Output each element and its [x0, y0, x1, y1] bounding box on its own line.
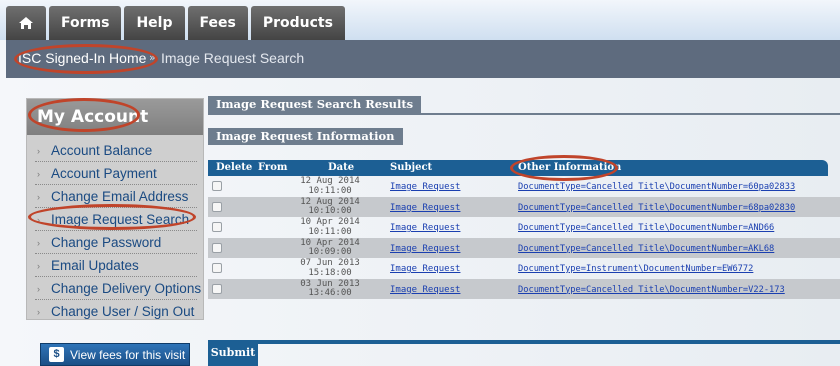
delete-checkbox[interactable] [212, 283, 222, 294]
column-header-subject: Subject [390, 162, 433, 173]
sidebar-item-change-email[interactable]: › Change Email Address [35, 185, 197, 208]
tab-forms[interactable]: Forms [49, 6, 122, 40]
chevron-right-icon: › [37, 238, 40, 248]
table-header: Delete From Date Subject Other Informati… [208, 160, 828, 176]
row-other-info-link[interactable]: DocumentType=Cancelled Title\DocumentNum… [518, 285, 785, 295]
delete-checkbox[interactable] [212, 263, 222, 273]
chevron-right-icon: › [37, 146, 40, 156]
home-tab[interactable] [6, 6, 46, 40]
sidebar-item-label: Image Request Search [51, 212, 190, 227]
table-row: 12 Aug 2014 10:10:00 Image Request Docume… [208, 196, 840, 217]
table-row: 03 Jun 2013 13:46:00 Image Request Docume… [208, 278, 840, 299]
row-date: 10 Apr 2014 10:11:00 [300, 217, 360, 237]
sidebar-item-account-payment[interactable]: › Account Payment [35, 162, 197, 185]
my-account-title: My Account [27, 99, 203, 135]
row-date-day: 10 Apr 2014 [300, 237, 360, 248]
row-date-day: 07 Jun 2013 [300, 258, 360, 268]
breadcrumb: ISC Signed-In Home » Image Request Searc… [6, 40, 840, 78]
chevron-right-icon: › [37, 215, 40, 225]
breadcrumb-current: Image Request Search [161, 50, 305, 66]
account-menu: › Account Balance › Account Payment › Chang… [35, 139, 201, 323]
row-date-day: 12 Aug 2014 [300, 196, 360, 207]
column-header-from: From [258, 162, 288, 173]
sidebar-item-label: Change User / Sign Out [51, 304, 195, 319]
row-other-info-link[interactable]: DocumentType=Cancelled Title\DocumentNum… [518, 223, 774, 233]
row-other-info-link[interactable]: DocumentType=Instrument\DocumentNumber=E… [518, 264, 753, 274]
row-date: 07 Jun 2013 15:18:00 [300, 258, 360, 278]
view-fees-label: View fees for this visit [70, 347, 186, 362]
results-section-title: Image Request Search Results [208, 96, 422, 113]
delete-checkbox[interactable] [212, 201, 222, 212]
chevron-right-icon: › [37, 261, 40, 271]
results-table: 12 Aug 2014 10:11:00 Image Request Docume… [208, 176, 840, 299]
results-divider [208, 113, 840, 115]
row-date-time: 15:18:00 [308, 267, 352, 278]
row-date-time: 13:46:00 [308, 288, 352, 298]
sidebar-item-change-delivery[interactable]: › Change Delivery Options [35, 277, 201, 300]
row-date: 12 Aug 2014 10:10:00 [300, 196, 360, 217]
breadcrumb-separator: » [149, 51, 156, 64]
sidebar-item-label: Account Balance [51, 143, 153, 158]
my-account-panel: My Account › Account Balance › Account Pay… [26, 98, 204, 320]
row-date-time: 10:11:00 [308, 185, 352, 196]
delete-checkbox[interactable] [212, 242, 222, 253]
submit-button[interactable]: Submit [208, 342, 258, 366]
row-date-day: 03 Jun 2013 [300, 278, 360, 289]
sidebar-item-label: Email Updates [51, 258, 139, 273]
sidebar-item-email-updates[interactable]: › Email Updates [35, 254, 197, 277]
column-header-date: Date [328, 162, 355, 173]
info-section-title: Image Request Information [208, 128, 403, 145]
column-header-delete: Delete [216, 162, 253, 173]
row-subject-link[interactable]: Image Request [390, 223, 460, 233]
breadcrumb-home-link[interactable]: ISC Signed-In Home [18, 50, 146, 66]
tab-help[interactable]: Help [124, 6, 185, 40]
row-date-time: 10:09:00 [308, 247, 352, 257]
main-nav: Forms Help Fees Products [6, 6, 348, 40]
row-subject-link[interactable]: Image Request [390, 203, 460, 213]
row-date: 12 Aug 2014 10:11:00 [300, 176, 360, 196]
table-row: 07 Jun 2013 15:18:00 Image Request Docume… [208, 258, 840, 279]
row-other-info-link[interactable]: DocumentType=Cancelled Title\DocumentNum… [518, 244, 774, 254]
home-icon [19, 17, 33, 29]
row-subject-link[interactable]: Image Request [390, 182, 460, 192]
row-date-day: 10 Apr 2014 [300, 217, 360, 227]
row-subject-link[interactable]: Image Request [390, 244, 460, 254]
table-row: 10 Apr 2014 10:09:00 Image Request Docume… [208, 237, 840, 258]
submit-divider [208, 340, 840, 344]
table-row: 12 Aug 2014 10:11:00 Image Request Docume… [208, 176, 840, 197]
sidebar-item-label: Change Delivery Options [51, 281, 202, 296]
row-date: 10 Apr 2014 10:09:00 [300, 237, 360, 258]
column-header-other-information: Other Information [518, 162, 622, 173]
view-fees-button[interactable]: $ View fees for this visit [40, 343, 190, 366]
tab-fees[interactable]: Fees [187, 6, 248, 40]
sidebar-item-change-user[interactable]: › Change User / Sign Out [35, 300, 197, 323]
row-other-info-link[interactable]: DocumentType=Cancelled Title\DocumentNum… [518, 203, 795, 213]
row-date-time: 10:10:00 [308, 206, 352, 216]
delete-checkbox[interactable] [212, 222, 222, 232]
row-subject-link[interactable]: Image Request [390, 264, 460, 274]
chevron-right-icon: › [37, 307, 40, 317]
sidebar-item-account-balance[interactable]: › Account Balance [35, 139, 197, 162]
row-date-day: 12 Aug 2014 [300, 176, 360, 186]
sidebar-item-label: Change Email Address [51, 189, 189, 204]
row-date: 03 Jun 2013 13:46:00 [300, 278, 360, 299]
chevron-right-icon: › [37, 169, 40, 179]
chevron-right-icon: › [37, 284, 40, 294]
row-date-time: 10:11:00 [308, 226, 352, 237]
chevron-right-icon: › [37, 192, 40, 202]
sidebar-item-label: Account Payment [51, 166, 157, 181]
table-row: 10 Apr 2014 10:11:00 Image Request Docume… [208, 217, 840, 238]
dollar-icon: $ [49, 347, 64, 362]
sidebar-item-image-request-search[interactable]: › Image Request Search [35, 208, 197, 231]
sidebar-item-change-password[interactable]: › Change Password [35, 231, 197, 254]
row-other-info-link[interactable]: DocumentType=Cancelled Title\DocumentNum… [518, 182, 795, 192]
tab-products[interactable]: Products [250, 6, 345, 40]
row-subject-link[interactable]: Image Request [390, 285, 460, 295]
delete-checkbox[interactable] [212, 181, 222, 191]
sidebar-item-label: Change Password [51, 235, 162, 250]
